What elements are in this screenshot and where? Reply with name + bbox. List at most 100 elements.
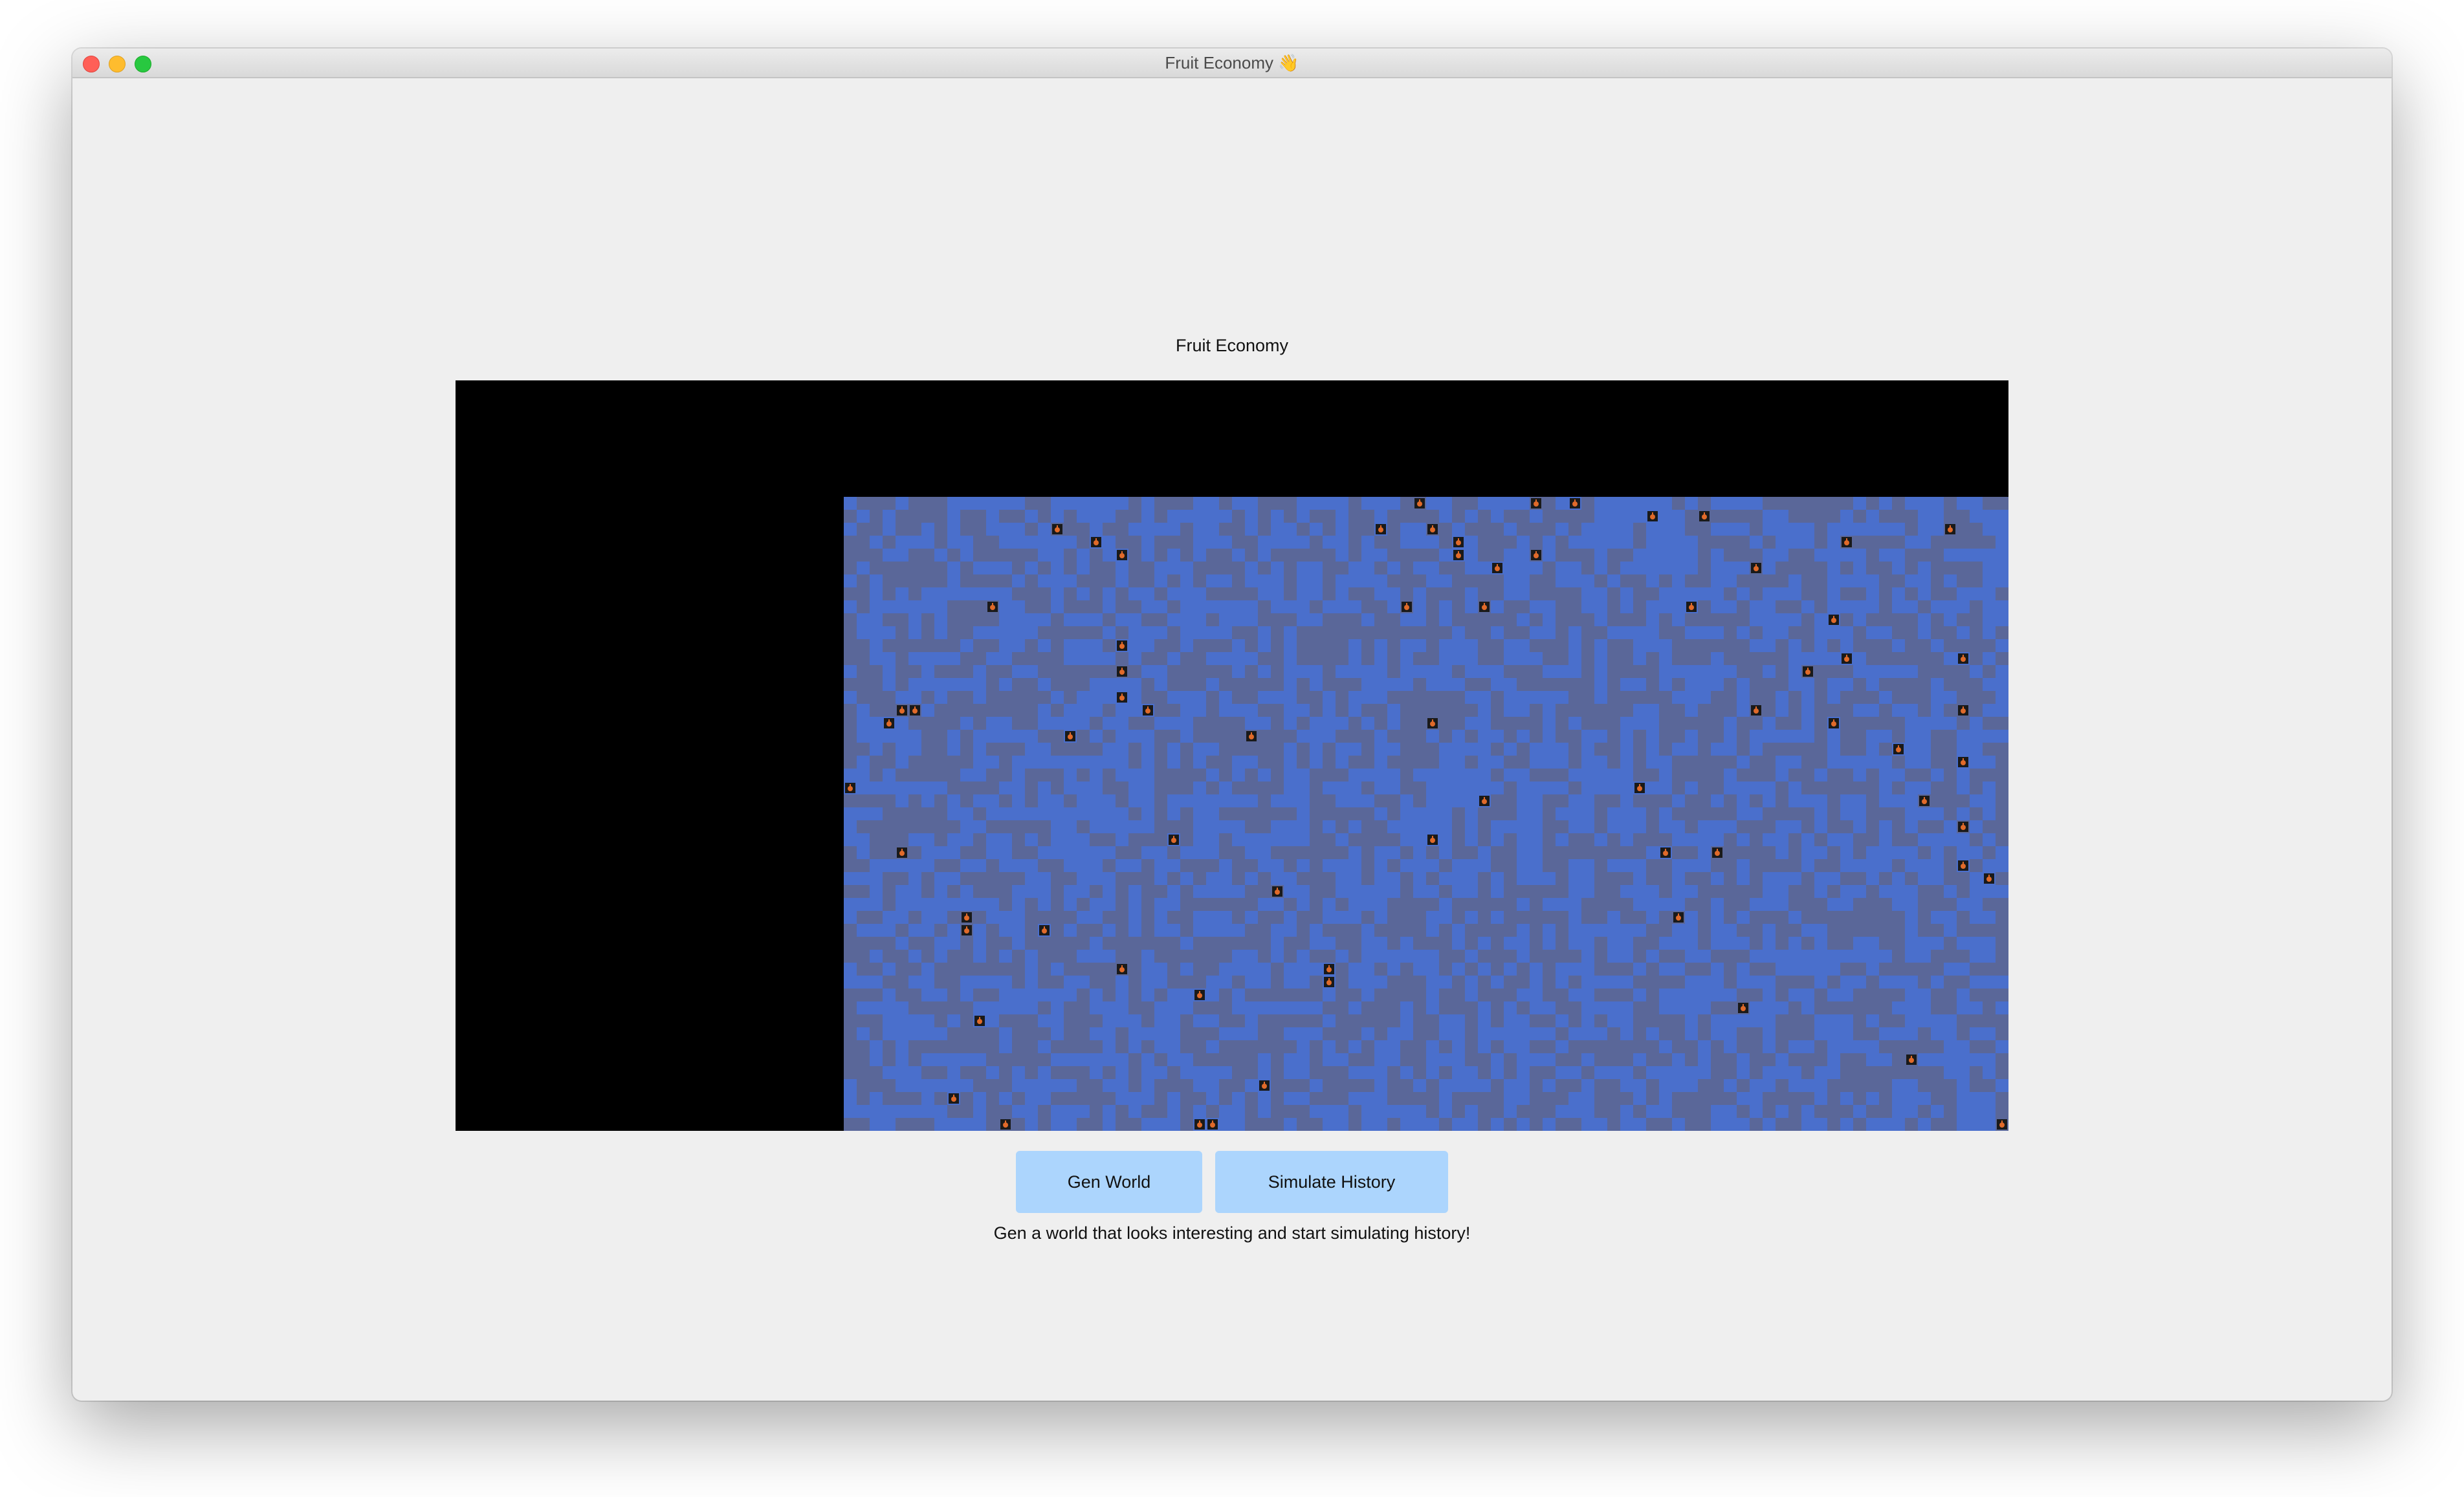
terrain-tile <box>1426 885 1439 898</box>
terrain-tile <box>1879 769 1892 781</box>
terrain-tile <box>1698 1040 1711 1053</box>
terrain-tile <box>1607 626 1620 639</box>
terrain-tile <box>1465 549 1478 562</box>
terrain-tile <box>1103 872 1116 885</box>
terrain-tile <box>1543 1027 1556 1040</box>
terrain-tile <box>1970 885 1983 898</box>
terrain-tile <box>1737 781 1750 794</box>
terrain-tile <box>1245 1027 1258 1040</box>
terrain-tile <box>1892 1027 1905 1040</box>
terrain-tile <box>999 523 1012 536</box>
terrain-tile <box>1879 626 1892 639</box>
terrain-tile <box>1853 574 1866 587</box>
terrain-tile <box>1568 626 1581 639</box>
terrain-tile <box>1348 846 1361 859</box>
terrain-tile <box>1141 1066 1154 1079</box>
terrain-tile <box>1154 717 1167 730</box>
terrain-tile <box>960 717 973 730</box>
terrain-tile <box>1284 976 1297 989</box>
terrain-tile <box>1193 626 1206 639</box>
terrain-tile <box>883 600 896 613</box>
terrain-tile <box>1581 523 1594 536</box>
terrain-tile <box>1568 963 1581 976</box>
terrain-tile <box>1478 1027 1491 1040</box>
terrain-tile <box>1206 1066 1219 1079</box>
terrain-tile <box>1711 678 1724 691</box>
terrain-tile <box>1633 872 1646 885</box>
terrain-tile <box>973 1105 986 1118</box>
terrain-tile <box>1426 562 1439 574</box>
terrain-tile <box>1724 924 1737 937</box>
terrain-tile <box>1051 807 1064 820</box>
terrain-tile <box>908 626 921 639</box>
fruit-tree-icon <box>1842 537 1852 547</box>
terrain-tile <box>1737 756 1750 769</box>
terrain-tile <box>1167 652 1180 665</box>
terrain-tile <box>1763 600 1776 613</box>
terrain-tile <box>1918 730 1931 743</box>
fruit-tree-icon <box>910 705 920 716</box>
terrain-tile <box>1141 665 1154 678</box>
terrain-tile <box>1620 1066 1633 1079</box>
terrain-tile <box>1284 639 1297 652</box>
terrain-tile <box>1776 1066 1788 1079</box>
terrain-tile <box>1400 820 1413 833</box>
terrain-tile <box>1853 976 1866 989</box>
terrain-tile <box>908 536 921 549</box>
terrain-tile <box>1387 562 1400 574</box>
gen-world-button[interactable]: Gen World <box>1016 1151 1202 1213</box>
world-canvas[interactable] <box>456 380 2008 1131</box>
simulate-history-button[interactable]: Simulate History <box>1215 1151 1448 1213</box>
terrain-tile <box>1193 846 1206 859</box>
terrain-tile <box>1983 652 1996 665</box>
terrain-tile <box>1154 963 1167 976</box>
terrain-tile <box>1581 536 1594 549</box>
terrain-tile <box>1348 859 1361 872</box>
terrain-tile <box>1983 587 1996 600</box>
terrain-tile <box>1465 639 1478 652</box>
terrain-tile <box>1905 950 1918 963</box>
terrain-tile <box>1400 536 1413 549</box>
terrain-tile <box>1374 1092 1387 1105</box>
terrain-tile <box>960 1118 973 1131</box>
terrain-tile <box>1154 1066 1167 1079</box>
terrain-tile <box>1698 976 1711 989</box>
terrain-tile <box>1258 859 1271 872</box>
terrain-tile <box>1840 678 1853 691</box>
terrain-tile <box>1931 937 1944 950</box>
terrain-tile <box>1103 1079 1116 1092</box>
terrain-tile <box>1439 1014 1452 1027</box>
terrain-tile <box>857 704 870 717</box>
terrain-tile <box>1439 549 1452 562</box>
terrain-tile <box>1310 717 1323 730</box>
terrain-tile <box>1711 911 1724 924</box>
terrain-tile <box>947 937 960 950</box>
terrain-tile <box>1167 1118 1180 1131</box>
fruit-tree-icon <box>1906 1054 1917 1065</box>
terrain-tile <box>1465 536 1478 549</box>
terrain-tile <box>1180 1053 1193 1066</box>
terrain-tile <box>1064 613 1077 626</box>
terrain-tile <box>1931 497 1944 510</box>
terrain-tile <box>1038 989 1051 1001</box>
terrain-tile <box>1685 665 1698 678</box>
terrain-tile <box>1504 574 1517 587</box>
terrain-tile <box>934 1118 947 1131</box>
terrain-tile <box>1763 833 1776 846</box>
title-bar[interactable]: Fruit Economy 👋 <box>72 49 2392 78</box>
terrain-tile <box>1711 963 1724 976</box>
terrain-tile <box>1258 1001 1271 1014</box>
terrain-tile <box>1116 769 1128 781</box>
terrain-tile <box>1814 769 1827 781</box>
terrain-tile <box>1400 950 1413 963</box>
terrain-tile <box>1465 1066 1478 1079</box>
terrain-tile <box>1801 1105 1814 1118</box>
terrain-tile <box>870 859 883 872</box>
terrain-tile <box>1336 600 1348 613</box>
terrain-tile <box>1452 1014 1465 1027</box>
terrain-tile <box>999 781 1012 794</box>
terrain-tile <box>1180 574 1193 587</box>
terrain-tile <box>1581 1027 1594 1040</box>
terrain-tile <box>999 587 1012 600</box>
terrain-tile <box>1374 859 1387 872</box>
